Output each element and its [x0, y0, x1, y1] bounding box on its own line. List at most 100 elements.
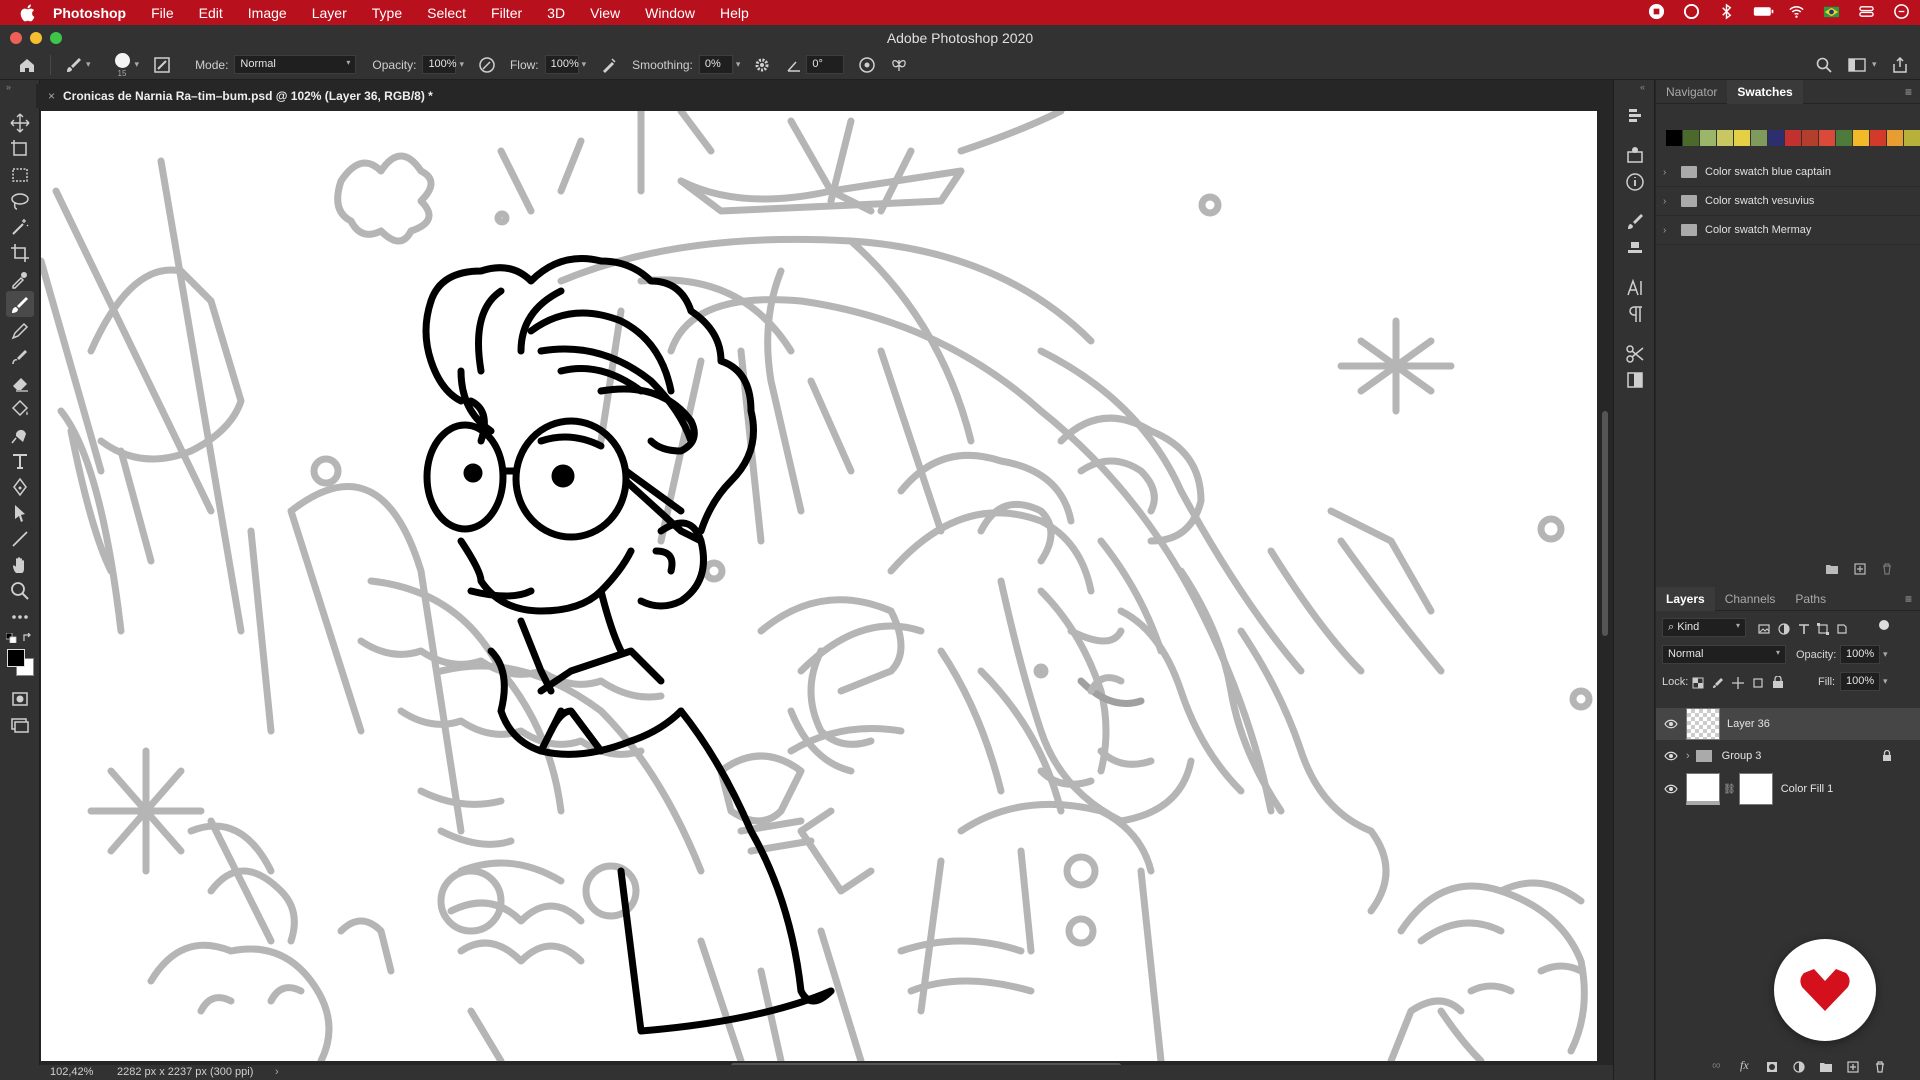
- layer-effects-icon[interactable]: fx: [1740, 1058, 1749, 1073]
- hand-tool-icon[interactable]: [10, 555, 30, 575]
- color-swatch[interactable]: [1666, 130, 1682, 146]
- new-layer-icon[interactable]: [1847, 1061, 1859, 1073]
- menu-file[interactable]: File: [151, 5, 174, 21]
- swatches-panel-menu-icon[interactable]: ≡: [1905, 85, 1912, 99]
- chevron-right-icon[interactable]: ›: [1663, 196, 1677, 207]
- layers-panel-menu-icon[interactable]: ≡: [1905, 592, 1912, 606]
- filter-pixel-icon[interactable]: [1758, 623, 1770, 635]
- document-canvas[interactable]: [41, 111, 1597, 1061]
- menu-view[interactable]: View: [590, 5, 620, 21]
- layer-fill-field[interactable]: 100%: [1840, 672, 1880, 691]
- filter-shape-icon[interactable]: [1817, 623, 1829, 635]
- color-swatch[interactable]: [1870, 130, 1886, 146]
- new-group-icon[interactable]: [1819, 1061, 1833, 1073]
- layer-row[interactable]: ⛓ Color Fill 1: [1656, 773, 1920, 805]
- opacity-dropdown-icon[interactable]: ▾: [459, 59, 464, 70]
- brush-tool-icon[interactable]: [65, 56, 83, 74]
- battery-icon[interactable]: [1753, 3, 1774, 20]
- paragraph-panel-icon[interactable]: [1625, 304, 1645, 324]
- collapse-toolbar-icon[interactable]: »: [6, 82, 11, 92]
- layer-row[interactable]: › Group 3: [1656, 740, 1920, 772]
- swatch-group[interactable]: › Color swatch blue captain: [1656, 158, 1920, 187]
- vertical-scroll-thumb[interactable]: [1602, 411, 1608, 636]
- siri-icon[interactable]: [1893, 3, 1910, 20]
- chevron-right-icon[interactable]: ›: [1663, 167, 1677, 178]
- color-swatch[interactable]: [1802, 130, 1818, 146]
- clone-source-icon[interactable]: [1625, 238, 1645, 258]
- flow-dropdown-icon[interactable]: ▾: [582, 59, 587, 70]
- record-icon[interactable]: [1648, 3, 1665, 20]
- workspace-icon[interactable]: [1848, 57, 1866, 73]
- screen-mode-icon[interactable]: [10, 715, 30, 735]
- brush-settings-icon[interactable]: [1625, 212, 1645, 232]
- color-swatch[interactable]: [1785, 130, 1801, 146]
- filter-type-icon[interactable]: [1798, 623, 1810, 635]
- swatch-group[interactable]: › Color swatch Mermay: [1656, 216, 1920, 245]
- mode-select[interactable]: Normal ▾: [234, 55, 357, 74]
- menu-image[interactable]: Image: [248, 5, 287, 21]
- brush-size-picker[interactable]: 15: [113, 51, 133, 79]
- filter-adjustment-icon[interactable]: [1778, 623, 1790, 635]
- trash-icon[interactable]: [1881, 563, 1893, 575]
- line-tool-icon[interactable]: [10, 529, 30, 549]
- brazil-flag-icon[interactable]: [1823, 3, 1840, 20]
- gear-icon[interactable]: [754, 57, 770, 73]
- add-mask-icon[interactable]: [1766, 1061, 1778, 1073]
- menu-photoshop[interactable]: Photoshop: [53, 5, 126, 21]
- angle-field[interactable]: 0°: [806, 55, 845, 74]
- foreground-color-swatch[interactable]: [7, 649, 25, 667]
- history-panel-icon[interactable]: [1625, 106, 1645, 126]
- menu-edit[interactable]: Edit: [199, 5, 223, 21]
- home-icon[interactable]: [18, 56, 36, 74]
- airbrush-icon[interactable]: [600, 56, 618, 74]
- lasso-tool-icon[interactable]: [10, 191, 30, 211]
- color-swatch[interactable]: [1887, 130, 1903, 146]
- type-tool-icon[interactable]: [10, 451, 30, 471]
- eye-icon[interactable]: [1664, 719, 1678, 729]
- color-swatch[interactable]: [1734, 130, 1750, 146]
- chevron-right-icon[interactable]: ›: [1686, 750, 1690, 762]
- eye-icon[interactable]: [1664, 784, 1678, 794]
- status-menu-icon[interactable]: ›: [275, 1066, 279, 1078]
- magic-wand-tool-icon[interactable]: [10, 217, 30, 237]
- color-swatch[interactable]: [1904, 130, 1920, 146]
- layer-filter-kind-select[interactable]: ⌕ Kind ▾: [1662, 618, 1746, 637]
- brush-icon[interactable]: [10, 295, 30, 315]
- lock-transparent-pixels-icon[interactable]: [1692, 677, 1704, 689]
- tool-preset-dropdown-icon[interactable]: ▾: [86, 59, 91, 70]
- floating-logo-button[interactable]: [1774, 939, 1876, 1041]
- adjustment-layer-icon[interactable]: [1793, 1061, 1805, 1073]
- color-swatch[interactable]: [1683, 130, 1699, 146]
- wifi-icon[interactable]: [1788, 3, 1805, 20]
- delete-layer-icon[interactable]: [1874, 1061, 1886, 1073]
- color-swatch[interactable]: [1751, 130, 1767, 146]
- character-panel-icon[interactable]: [1625, 278, 1645, 298]
- vertical-scrollbar[interactable]: [1597, 111, 1613, 1061]
- color-swatch[interactable]: [1717, 130, 1733, 146]
- smoothing-field[interactable]: 0%: [698, 55, 733, 74]
- filter-smart-object-icon[interactable]: [1836, 623, 1848, 635]
- default-colors-icon[interactable]: [6, 633, 18, 643]
- tab-swatches[interactable]: Swatches: [1727, 79, 1803, 104]
- tool-presets-icon[interactable]: [1625, 344, 1645, 364]
- workspace-dropdown-icon[interactable]: ▾: [1872, 59, 1877, 70]
- blend-mode-select[interactable]: Normal ▾: [1662, 645, 1786, 664]
- swatch-group[interactable]: › Color swatch vesuvius: [1656, 187, 1920, 216]
- color-swatch[interactable]: [1853, 130, 1869, 146]
- layer-row[interactable]: Layer 36: [1656, 708, 1920, 740]
- tab-layers[interactable]: Layers: [1656, 586, 1715, 611]
- paint-bucket-tool-icon[interactable]: [10, 399, 30, 419]
- eraser-tool-icon[interactable]: [10, 373, 30, 393]
- marquee-tool-icon[interactable]: [10, 165, 30, 185]
- tab-navigator[interactable]: Navigator: [1656, 85, 1727, 99]
- collapse-panels-icon[interactable]: «: [1640, 82, 1645, 92]
- link-layers-icon[interactable]: ∞: [1712, 1058, 1721, 1072]
- pressure-opacity-icon[interactable]: [478, 56, 496, 74]
- share-icon[interactable]: [1892, 56, 1908, 73]
- path-selection-tool-icon[interactable]: [10, 503, 30, 523]
- tab-channels[interactable]: Channels: [1715, 592, 1786, 606]
- eyedropper-tool-icon[interactable]: [10, 269, 30, 289]
- filter-toggle-icon[interactable]: [1879, 620, 1889, 630]
- crop-tool-icon[interactable]: [10, 243, 30, 263]
- new-swatch-icon[interactable]: [1854, 563, 1866, 575]
